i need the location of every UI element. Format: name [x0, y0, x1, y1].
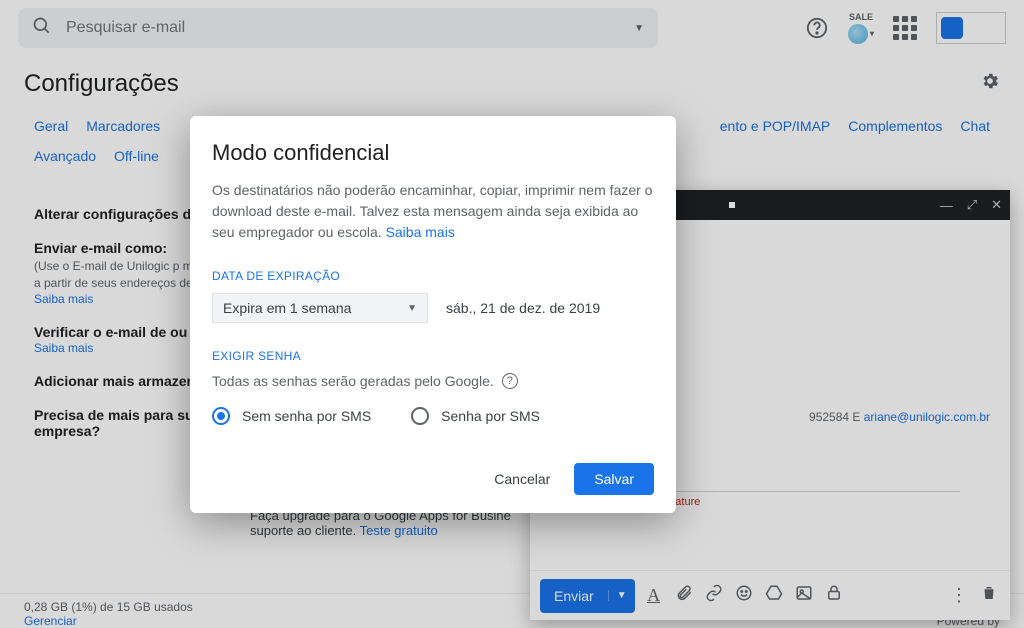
- chevron-down-icon: ▼: [407, 303, 417, 314]
- expiration-date: sáb., 21 de dez. de 2019: [446, 300, 600, 316]
- modal-title: Modo confidencial: [212, 140, 654, 166]
- expiration-select[interactable]: Expira em 1 semana ▼: [212, 293, 428, 323]
- password-label: EXIGIR SENHA: [212, 349, 654, 363]
- password-note: Todas as senhas serão geradas pelo Googl…: [212, 373, 654, 389]
- radio-sms[interactable]: Senha por SMS: [411, 407, 540, 425]
- radio-icon: [212, 407, 230, 425]
- password-radio-group: Sem senha por SMS Senha por SMS: [212, 407, 654, 425]
- help-icon[interactable]: ?: [502, 373, 518, 389]
- radio-no-sms[interactable]: Sem senha por SMS: [212, 407, 371, 425]
- save-button[interactable]: Salvar: [574, 463, 654, 495]
- confidential-modal: Modo confidencial Os destinatários não p…: [190, 116, 676, 513]
- expiration-label: DATA DE EXPIRAÇÃO: [212, 269, 654, 283]
- modal-description: Os destinatários não poderão encaminhar,…: [212, 180, 654, 243]
- radio-icon: [411, 407, 429, 425]
- cancel-button[interactable]: Cancelar: [480, 463, 564, 495]
- modal-learn-more-link[interactable]: Saiba mais: [386, 224, 455, 240]
